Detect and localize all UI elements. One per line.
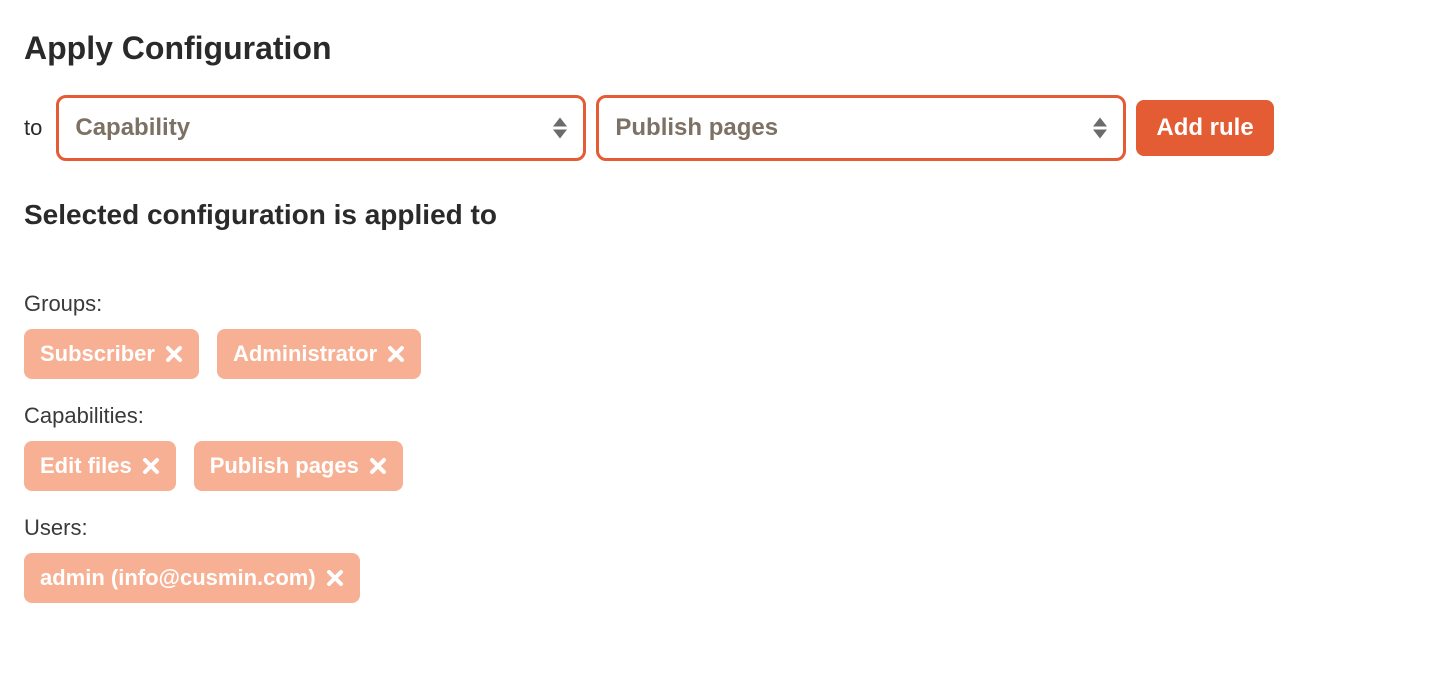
capability-tag: Edit files bbox=[24, 441, 176, 491]
rule-value-select[interactable]: Publish pages bbox=[596, 95, 1126, 161]
capabilities-label: Capabilities: bbox=[24, 403, 1416, 429]
applied-heading: Selected configuration is applied to bbox=[24, 199, 1416, 231]
remove-tag-button[interactable] bbox=[387, 345, 405, 363]
remove-tag-button[interactable] bbox=[142, 457, 160, 475]
group-tag: Subscriber bbox=[24, 329, 199, 379]
rule-value-text: Publish pages bbox=[615, 114, 778, 142]
select-arrows-icon bbox=[1093, 118, 1107, 139]
users-label: Users: bbox=[24, 515, 1416, 541]
close-icon bbox=[142, 457, 160, 475]
tag-label: Subscriber bbox=[40, 341, 155, 367]
add-rule-button[interactable]: Add rule bbox=[1136, 100, 1273, 156]
tag-label: Edit files bbox=[40, 453, 132, 479]
rule-type-value: Capability bbox=[75, 114, 190, 142]
close-icon bbox=[326, 569, 344, 587]
tag-label: admin (info@cusmin.com) bbox=[40, 565, 316, 591]
remove-tag-button[interactable] bbox=[369, 457, 387, 475]
groups-label: Groups: bbox=[24, 291, 1416, 317]
remove-tag-button[interactable] bbox=[326, 569, 344, 587]
users-tags: admin (info@cusmin.com) bbox=[24, 553, 1416, 603]
rule-form-row: to Capability Publish pages Add rule bbox=[24, 95, 1416, 161]
close-icon bbox=[165, 345, 183, 363]
select-arrows-icon bbox=[553, 118, 567, 139]
user-tag: admin (info@cusmin.com) bbox=[24, 553, 360, 603]
remove-tag-button[interactable] bbox=[165, 345, 183, 363]
close-icon bbox=[387, 345, 405, 363]
close-icon bbox=[369, 457, 387, 475]
groups-tags: Subscriber Administrator bbox=[24, 329, 1416, 379]
capabilities-tags: Edit files Publish pages bbox=[24, 441, 1416, 491]
to-label: to bbox=[24, 115, 42, 141]
page-title: Apply Configuration bbox=[24, 30, 1416, 67]
tag-label: Administrator bbox=[233, 341, 377, 367]
rule-type-select[interactable]: Capability bbox=[56, 95, 586, 161]
group-tag: Administrator bbox=[217, 329, 421, 379]
tag-label: Publish pages bbox=[210, 453, 359, 479]
capability-tag: Publish pages bbox=[194, 441, 403, 491]
